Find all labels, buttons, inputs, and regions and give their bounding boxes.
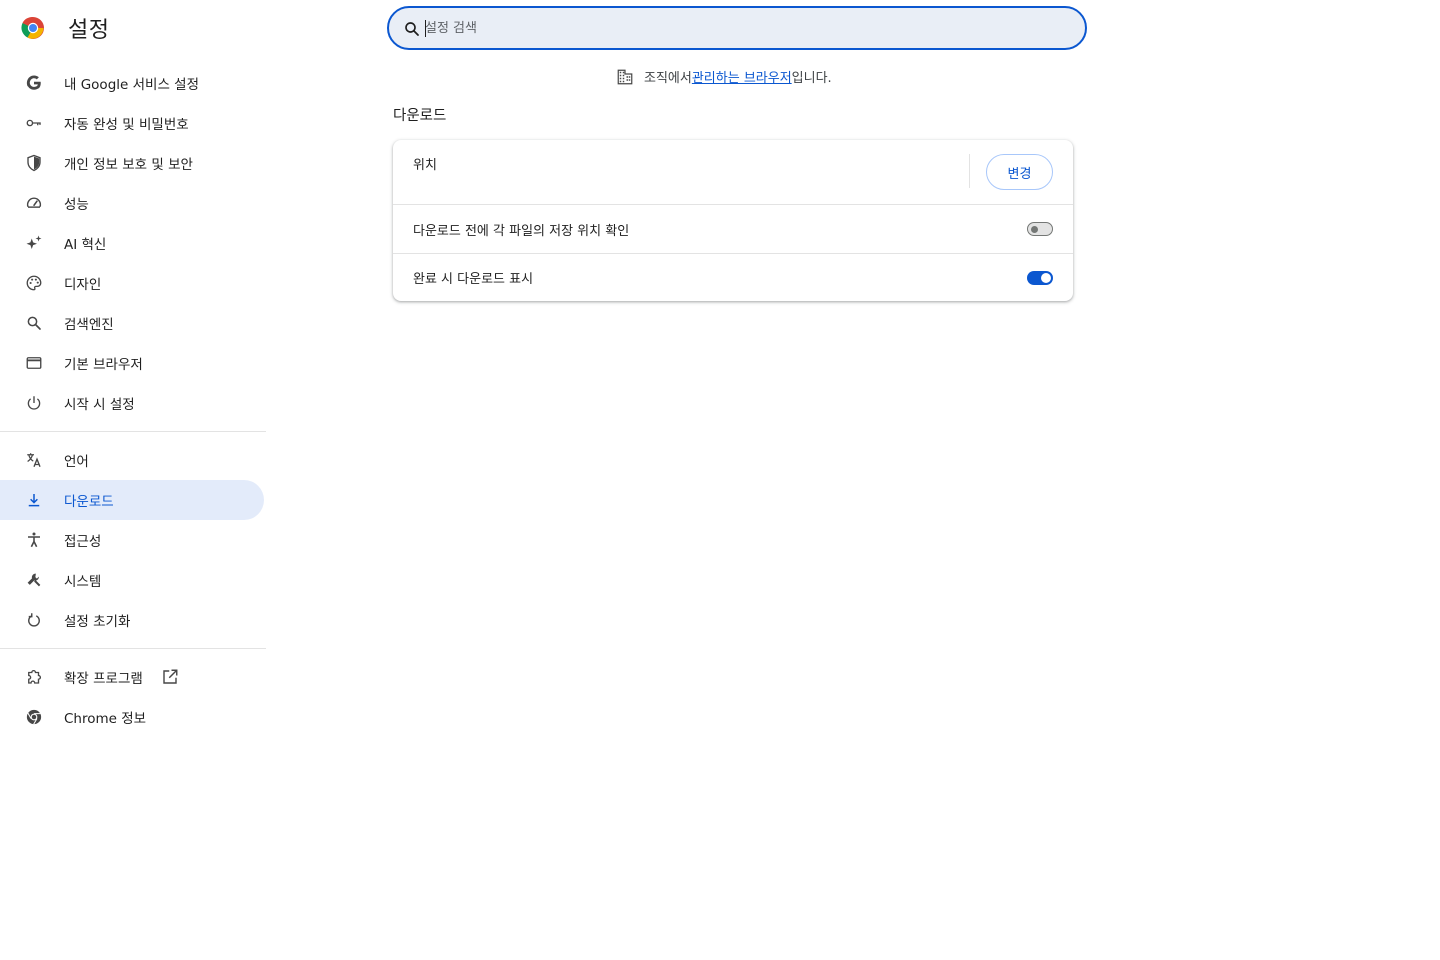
sidebar-item-on-startup[interactable]: 시작 시 설정 — [0, 383, 264, 423]
sidebar-item-label: 시작 시 설정 — [64, 397, 135, 413]
sidebar-item-default-browser[interactable]: 기본 브라우저 — [0, 343, 264, 383]
sidebar-item-label: AI 혁신 — [64, 237, 107, 253]
sidebar-item-label: 기본 브라우저 — [64, 357, 143, 373]
change-location-button[interactable]: 변경 — [986, 154, 1053, 190]
section-title: 다운로드 — [393, 108, 447, 124]
sidebar-item-privacy[interactable]: 개인 정보 보호 및 보안 — [0, 143, 264, 183]
ask-location-label: 다운로드 전에 각 파일의 저장 위치 확인 — [413, 223, 630, 239]
page-title: 설정 — [68, 18, 110, 43]
speedometer-icon — [24, 193, 44, 213]
ask-location-toggle[interactable] — [1027, 222, 1053, 236]
sidebar-item-reset[interactable]: 설정 초기화 — [0, 600, 264, 640]
chrome-logo-icon — [21, 16, 44, 39]
managed-notice-suffix: 입니다. — [791, 71, 832, 86]
sidebar-item-label: 내 Google 서비스 설정 — [64, 77, 199, 93]
sidebar-item-performance[interactable]: 성능 — [0, 183, 264, 223]
sidebar-item-about-chrome[interactable]: Chrome 정보 — [0, 697, 264, 737]
sidebar-item-label: 시스템 — [64, 574, 102, 590]
google-g-icon — [24, 73, 44, 93]
palette-icon — [24, 273, 44, 293]
sidebar-item-label: 검색엔진 — [64, 317, 114, 333]
toggle-knob — [1041, 272, 1051, 283]
ask-location-row[interactable]: 다운로드 전에 각 파일의 저장 위치 확인 — [393, 204, 1073, 253]
sidebar-item-label: 확장 프로그램 — [64, 671, 143, 687]
key-icon — [24, 113, 44, 133]
managed-browser-link[interactable]: 관리하는 브라우저 — [692, 67, 792, 86]
sidebar-item-label: Chrome 정보 — [64, 711, 147, 727]
chrome-icon — [24, 707, 44, 727]
sidebar-item-accessibility[interactable]: 접근성 — [0, 520, 264, 560]
shield-icon — [24, 153, 44, 173]
managed-notice: 조직에서 관리하는 브라우저 입니다. — [616, 67, 832, 86]
managed-notice-prefix: 조직에서 — [644, 71, 692, 86]
download-icon — [24, 490, 44, 510]
sidebar-item-downloads[interactable]: 다운로드 — [0, 480, 264, 520]
downloads-card: 위치 변경 다운로드 전에 각 파일의 저장 위치 확인 완료 시 다운로드 표… — [393, 140, 1073, 301]
wrench-icon — [24, 570, 44, 590]
sidebar-item-label: 언어 — [64, 454, 89, 470]
search-input[interactable] — [425, 16, 1065, 40]
sidebar-item-label: 성능 — [64, 197, 89, 213]
sidebar-item-extensions[interactable]: 확장 프로그램 — [0, 657, 264, 697]
sidebar-item-autofill[interactable]: 자동 완성 및 비밀번호 — [0, 103, 264, 143]
sidebar: 내 Google 서비스 설정 자동 완성 및 비밀번호 개인 정보 보호 및 … — [0, 63, 268, 737]
location-label: 위치 — [413, 158, 437, 173]
sidebar-item-appearance[interactable]: 디자인 — [0, 263, 264, 303]
sidebar-item-label: 개인 정보 보호 및 보안 — [64, 157, 193, 173]
search-box[interactable] — [387, 6, 1087, 50]
sidebar-item-label: 설정 초기화 — [64, 614, 131, 630]
sidebar-item-system[interactable]: 시스템 — [0, 560, 264, 600]
sidebar-item-label: 다운로드 — [64, 494, 114, 510]
accessibility-icon — [24, 530, 44, 550]
sidebar-item-languages[interactable]: 언어 — [0, 440, 264, 480]
extension-icon — [24, 667, 44, 687]
location-row: 위치 변경 — [393, 140, 1073, 204]
translate-icon — [24, 450, 44, 470]
building-icon — [617, 69, 633, 84]
open-in-new-icon — [163, 669, 178, 684]
search-icon — [405, 22, 419, 36]
sidebar-item-ai[interactable]: AI 혁신 — [0, 223, 264, 263]
sidebar-item-label: 자동 완성 및 비밀번호 — [64, 117, 189, 133]
sidebar-item-label: 접근성 — [64, 534, 102, 550]
power-icon — [24, 393, 44, 413]
show-when-done-toggle[interactable] — [1027, 270, 1053, 285]
search-icon — [24, 313, 44, 333]
row-separator — [969, 154, 970, 188]
sidebar-divider — [0, 648, 266, 649]
reset-icon — [24, 610, 44, 630]
browser-window-icon — [24, 353, 44, 373]
sidebar-divider — [0, 431, 266, 432]
sparkle-icon — [24, 233, 44, 253]
show-when-done-label: 완료 시 다운로드 표시 — [413, 272, 534, 287]
sidebar-item-google-services[interactable]: 내 Google 서비스 설정 — [0, 63, 264, 103]
sidebar-item-label: 디자인 — [64, 277, 102, 293]
text-caret — [425, 20, 426, 37]
sidebar-item-search-engine[interactable]: 검색엔진 — [0, 303, 264, 343]
toggle-knob — [1031, 225, 1038, 233]
show-when-done-row[interactable]: 완료 시 다운로드 표시 — [393, 253, 1073, 301]
